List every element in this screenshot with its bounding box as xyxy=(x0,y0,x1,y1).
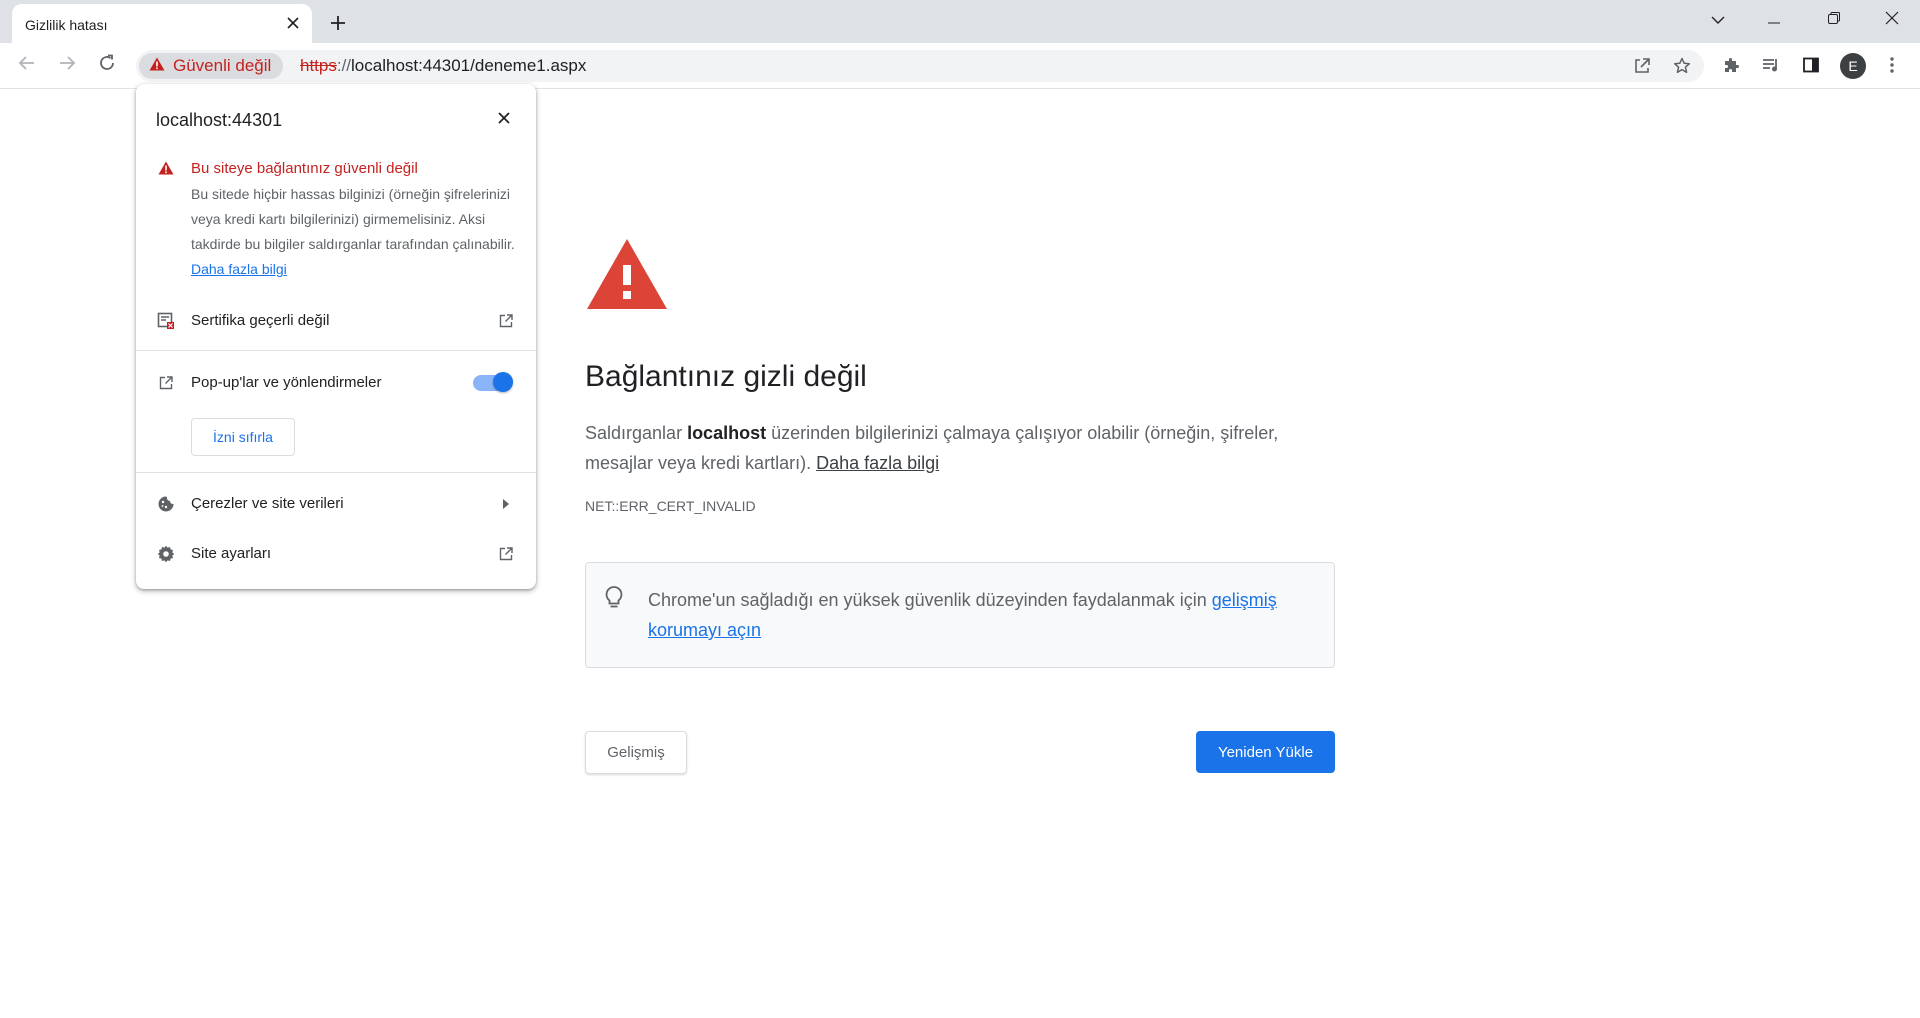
popup-learn-more-link[interactable]: Daha fazla bilgi xyxy=(191,261,287,277)
lightbulb-icon xyxy=(604,585,624,616)
reset-permission-button[interactable]: İzni sıfırla xyxy=(191,418,295,456)
media-queue-icon[interactable] xyxy=(1757,51,1785,79)
security-chip[interactable]: Güvenli değil xyxy=(139,53,284,79)
error-code: NET::ERR_CERT_INVALID xyxy=(585,498,756,514)
enhanced-protection-tip: Chrome'un sağladığı en yüksek güvenlik d… xyxy=(585,562,1335,668)
warning-body-text: Bu sitede hiçbir hassas bilginizi (örneğ… xyxy=(191,186,515,252)
reload-icon xyxy=(98,54,116,77)
desc-host: localhost xyxy=(687,423,767,443)
url-scheme: https xyxy=(300,56,337,75)
popup-close-button[interactable] xyxy=(490,106,518,134)
menu-kebab-icon[interactable] xyxy=(1878,51,1906,79)
learn-more-link[interactable]: Daha fazla bilgi xyxy=(816,453,939,473)
tab-search-button[interactable] xyxy=(1690,0,1746,40)
bookmark-star-icon[interactable] xyxy=(1670,54,1694,78)
url-path: :44301/deneme1.aspx xyxy=(418,56,587,75)
tab-title: Gizlilik hatası xyxy=(25,17,108,33)
close-icon xyxy=(498,111,510,129)
page-description: Saldırganlar localhost üzerinden bilgile… xyxy=(585,418,1315,478)
tip-body: Chrome'un sağladığı en yüksek güvenlik d… xyxy=(648,590,1212,610)
url-separator: :// xyxy=(336,56,352,75)
close-icon xyxy=(1885,11,1899,30)
reload-button[interactable] xyxy=(92,50,122,80)
site-settings-label: Site ayarları xyxy=(191,545,272,562)
chevron-right-icon xyxy=(496,494,516,514)
minimize-button[interactable] xyxy=(1746,0,1802,40)
connection-warning-title: Bu siteye bağlantınız güvenli değil xyxy=(191,160,418,177)
cookie-icon xyxy=(156,494,176,514)
arrow-left-icon xyxy=(18,54,36,77)
close-icon[interactable] xyxy=(282,12,304,34)
tab-strip: Gizlilik hatası xyxy=(0,0,1920,43)
toolbar: Güvenli değil https://localhost:44301/de… xyxy=(0,43,1920,89)
external-link-icon xyxy=(496,544,516,564)
popups-toggle[interactable] xyxy=(473,372,513,392)
divider xyxy=(136,472,536,473)
security-chip-label: Güvenli değil xyxy=(173,56,272,75)
external-link-icon xyxy=(496,311,516,331)
avatar[interactable]: E xyxy=(1840,53,1866,79)
advanced-button[interactable]: Gelişmiş xyxy=(585,731,687,774)
share-icon[interactable] xyxy=(1630,54,1654,78)
tab-active[interactable]: Gizlilik hatası xyxy=(12,4,312,43)
gear-icon xyxy=(156,544,176,564)
tip-text: Chrome'un sağladığı en yüksek güvenlik d… xyxy=(648,585,1318,645)
warning-triangle-icon xyxy=(585,237,669,316)
back-button[interactable] xyxy=(12,50,42,80)
warning-icon xyxy=(149,57,165,76)
toggle-knob xyxy=(493,372,513,392)
url-host: localhost xyxy=(351,56,419,75)
connection-warning-body: Bu sitede hiçbir hassas bilginizi (örneğ… xyxy=(191,182,521,282)
restore-button[interactable] xyxy=(1806,0,1862,40)
cookies-row[interactable]: Çerezler ve site verileri xyxy=(136,482,536,526)
minimize-icon xyxy=(1768,11,1780,29)
desc-prefix: Saldırganlar xyxy=(585,423,688,443)
side-panel-icon[interactable] xyxy=(1797,51,1825,79)
extensions-icon[interactable] xyxy=(1717,51,1745,79)
new-tab-button[interactable] xyxy=(324,9,352,37)
close-window-button[interactable] xyxy=(1864,0,1920,40)
address-bar[interactable]: Güvenli değil https://localhost:44301/de… xyxy=(136,50,1704,82)
url-text: https://localhost:44301/deneme1.aspx xyxy=(300,56,586,76)
cookies-label: Çerezler ve site verileri xyxy=(191,495,344,512)
reload-page-button[interactable]: Yeniden Yükle xyxy=(1196,731,1335,773)
certificate-label: Sertifika geçerli değil xyxy=(191,312,330,329)
divider xyxy=(136,350,536,351)
popups-label: Pop-up'lar ve yönlendirmeler xyxy=(191,374,382,391)
popup-redirect-icon xyxy=(156,373,176,393)
arrow-right-icon xyxy=(58,54,76,77)
site-info-popup: localhost:44301 Bu siteye bağlantınız gü… xyxy=(136,84,536,589)
site-settings-row[interactable]: Site ayarları xyxy=(136,532,536,576)
chevron-down-icon xyxy=(1711,11,1725,29)
page-title: Bağlantınız gizli değil xyxy=(585,360,867,393)
popups-row: Pop-up'lar ve yönlendirmeler xyxy=(136,361,536,405)
warning-icon xyxy=(158,161,174,180)
restore-icon xyxy=(1828,11,1840,29)
forward-button[interactable] xyxy=(52,50,82,80)
certificate-row[interactable]: Sertifika geçerli değil xyxy=(136,299,536,343)
certificate-error-icon xyxy=(156,311,176,331)
popup-title: localhost:44301 xyxy=(156,110,283,130)
